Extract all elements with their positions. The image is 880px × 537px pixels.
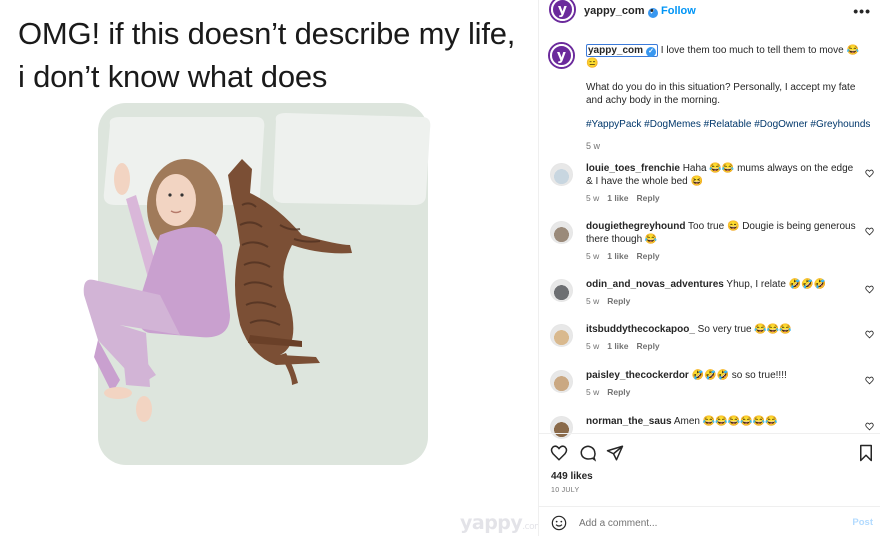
comment-composer: Post [539, 506, 880, 537]
comment-time: 5 w [586, 296, 600, 306]
comment-likes[interactable]: 1 like [607, 341, 628, 351]
comment-text: Amen 😂😂😂😂😂😂 [671, 416, 778, 427]
reply-button[interactable]: Reply [637, 251, 660, 261]
comment-username[interactable]: dougiethegreyhound [586, 221, 685, 232]
comment-meta: 5 w Reply [586, 386, 861, 399]
comment-body: itsbuddythecockapoo_ So very true 😂😂😂 5 w… [586, 323, 861, 353]
post-image[interactable]: OMG! if this doesn’t describe my life, i… [0, 0, 538, 536]
avatar[interactable]: y [549, 0, 576, 23]
comment-meta: 5 w Reply [586, 295, 861, 308]
comment-text: So very true 😂😂😂 [694, 324, 792, 335]
comment-meta: 5 w 1 like Reply [586, 192, 861, 205]
more-options-icon[interactable]: ••• [853, 3, 871, 19]
post-comment-button[interactable]: Post [852, 517, 873, 528]
like-heart-icon[interactable] [550, 444, 568, 462]
action-bar: 449 likes 10 JULY Post [539, 433, 880, 536]
comment-username[interactable]: itsbuddythecockapoo_ [586, 324, 695, 335]
caption-avatar[interactable]: y [548, 42, 575, 69]
bookmark-icon[interactable] [857, 444, 875, 462]
commenter-avatar[interactable] [550, 370, 573, 393]
comment-time: 5 w [586, 387, 600, 397]
comment-like-heart-icon[interactable] [865, 376, 874, 385]
post-caption: yappy_com ✓ I love them too much to tell … [586, 44, 871, 153]
reply-button[interactable]: Reply [607, 387, 630, 397]
comment-meta: 5 w 1 like Reply [586, 250, 861, 263]
meme-line-2: i don’t know what does [18, 59, 328, 94]
separator-dot: • [650, 5, 654, 17]
comment-input[interactable] [579, 515, 829, 531]
comment-bubble-icon[interactable] [579, 444, 597, 462]
author-username[interactable]: yappy_com ✓ [584, 5, 658, 18]
comment-username[interactable]: paisley_thecockerdor [586, 370, 689, 381]
meme-line-1: OMG! if this doesn’t describe my life, [18, 16, 516, 51]
comment-body: paisley_thecockerdor 🤣🤣🤣 so so true!!!! 5… [586, 369, 861, 399]
comment-meta: 5 w 1 like Reply [586, 340, 861, 353]
comment-likes[interactable]: 1 like [607, 251, 628, 261]
meme-caption: OMG! if this doesn’t describe my life, i… [18, 12, 538, 98]
commenter-avatar[interactable] [550, 324, 573, 347]
comment-like-heart-icon[interactable] [865, 330, 874, 339]
caption-timestamp: 5 w [586, 141, 601, 151]
comment-time: 5 w [586, 341, 600, 351]
yappy-watermark: yappy.com [460, 512, 538, 534]
comment-username[interactable]: norman_the_saus [586, 416, 672, 427]
caption-body: What do you do in this situation? Person… [586, 82, 856, 106]
comment-body: norman_the_saus Amen 😂😂😂😂😂😂 [586, 415, 861, 428]
likes-count[interactable]: 449 likes [551, 471, 593, 482]
yappy-logo-icon: y [550, 44, 573, 67]
verified-badge-icon: ✓ [646, 47, 657, 57]
reply-button[interactable]: Reply [637, 341, 660, 351]
follow-button[interactable]: Follow [661, 5, 696, 17]
post-header: y yappy_com ✓ • Follow ••• [539, 0, 880, 26]
comment-time: 5 w [586, 251, 600, 261]
yappy-logo-icon: y [551, 0, 574, 21]
comment-like-heart-icon[interactable] [865, 285, 874, 294]
reply-button[interactable]: Reply [607, 296, 630, 306]
emoji-smiley-icon[interactable] [551, 515, 567, 531]
comment-text: 🤣🤣🤣 so so true!!!! [688, 370, 787, 381]
comment-like-heart-icon[interactable] [865, 169, 874, 178]
comment-like-heart-icon[interactable] [865, 422, 874, 431]
commenter-avatar[interactable] [550, 163, 573, 186]
comment-like-heart-icon[interactable] [865, 227, 874, 236]
post-date: 10 JULY [551, 487, 580, 494]
comment-time: 5 w [586, 193, 600, 203]
share-send-icon[interactable] [606, 444, 624, 462]
caption-hashtags[interactable]: #YappyPack #DogMemes #Relatable #DogOwne… [586, 118, 871, 131]
comment-username[interactable]: louie_toes_frenchie [586, 163, 680, 174]
comment-likes[interactable]: 1 like [607, 193, 628, 203]
caption-username[interactable]: yappy_com ✓ [586, 44, 659, 57]
reply-button[interactable]: Reply [637, 193, 660, 203]
comment-text: Yhup, I relate 🤣🤣🤣 [723, 279, 827, 290]
post-detail-panel: y yappy_com ✓ • Follow ••• y yappy_com ✓ I… [538, 0, 880, 536]
comment-username[interactable]: odin_and_novas_adventures [586, 279, 724, 290]
comment-body: louie_toes_frenchie Haha 😂😂 mums always … [586, 162, 861, 205]
commenter-avatar[interactable] [550, 221, 573, 244]
commenter-avatar[interactable] [550, 279, 573, 302]
bed-illustration [83, 103, 431, 465]
comment-body: odin_and_novas_adventures Yhup, I relate… [586, 278, 861, 308]
comment-body: dougiethegreyhound Too true 😄 Dougie is … [586, 220, 861, 263]
